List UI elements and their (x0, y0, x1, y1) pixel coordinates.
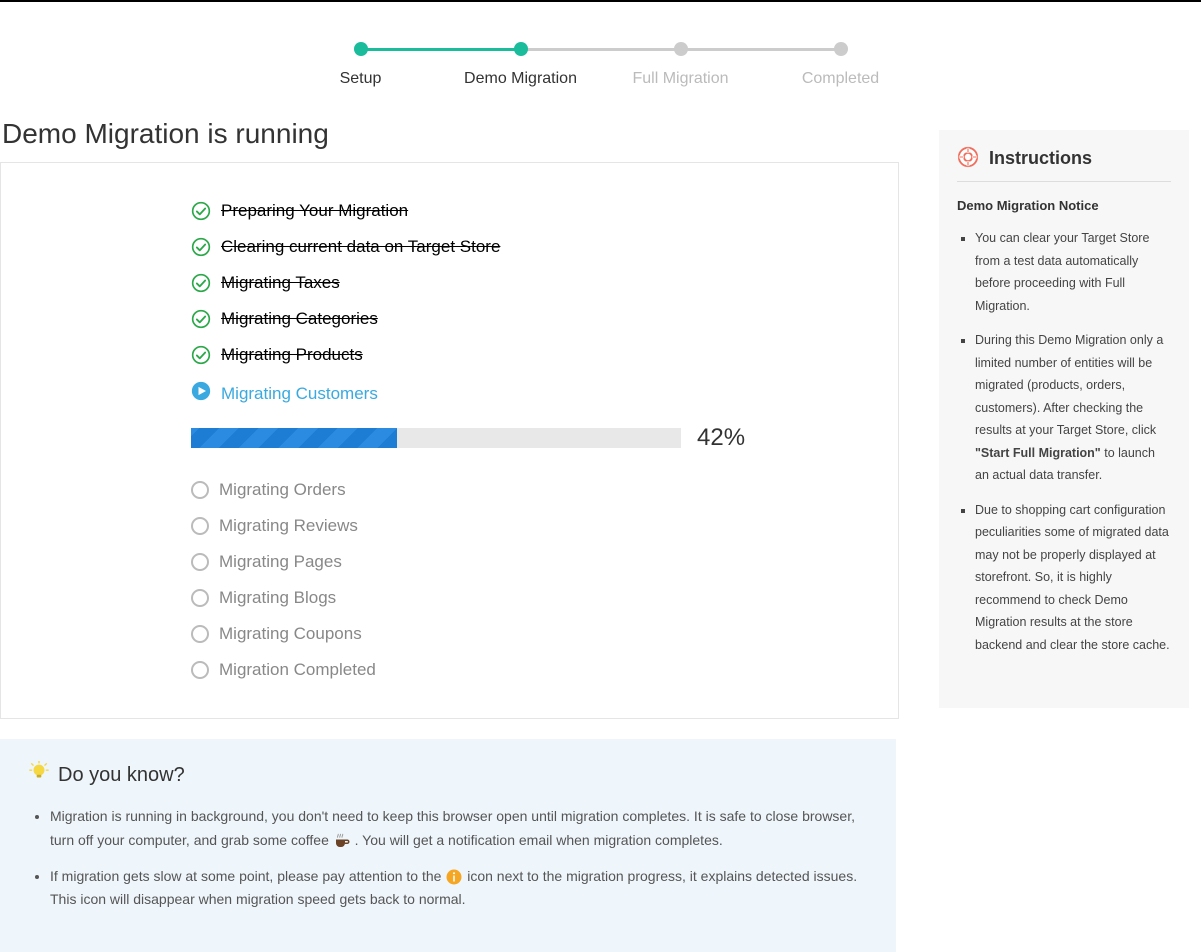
task-pending: Migrating Coupons (191, 616, 858, 652)
step-label: Full Migration (632, 70, 728, 88)
notice-item: You can clear your Target Store from a t… (975, 227, 1171, 317)
step-label: Demo Migration (464, 70, 577, 88)
tip-title: Do you know? (28, 761, 868, 789)
bulb-icon (28, 761, 50, 789)
coffee-icon (333, 832, 351, 850)
task-label: Migrating Orders (219, 480, 346, 500)
play-icon (191, 381, 211, 406)
step-dot (514, 42, 528, 56)
task-pending: Migration Completed (191, 652, 858, 688)
sidebar-header: Instructions (957, 146, 1171, 182)
notice-title: Demo Migration Notice (957, 198, 1171, 213)
step-setup: Setup (281, 42, 441, 88)
circle-icon (191, 553, 209, 571)
circle-icon (191, 481, 209, 499)
page-title: Demo Migration is running (0, 118, 899, 150)
sidebar-title: Instructions (989, 148, 1092, 169)
progress-row: 42% (191, 424, 858, 452)
lifering-icon (957, 146, 979, 171)
notice-item: During this Demo Migration only a limite… (975, 329, 1171, 487)
task-label: Migrating Customers (221, 384, 378, 404)
sidebar-instructions: Instructions Demo Migration Notice You c… (939, 130, 1189, 708)
check-icon (191, 237, 211, 257)
step-connector (521, 48, 681, 51)
tip-title-text: Do you know? (58, 764, 185, 787)
tip-item: Migration is running in background, you … (50, 805, 868, 853)
tip-item: If migration gets slow at some point, pl… (50, 865, 868, 913)
task-label: Migrating Coupons (219, 624, 362, 644)
progress-fill (191, 428, 397, 448)
step-dot (834, 42, 848, 56)
task-pending: Migrating Blogs (191, 580, 858, 616)
step-label: Setup (340, 70, 382, 88)
task-label: Migrating Categories (221, 309, 378, 329)
task-label: Migrating Blogs (219, 588, 336, 608)
task-label: Migrating Pages (219, 552, 342, 572)
task-label: Clearing current data on Target Store (221, 237, 500, 257)
progress-bar (191, 428, 681, 448)
task-label: Migrating Products (221, 345, 363, 365)
task-pending: Migrating Orders (191, 472, 858, 508)
step-connector (681, 48, 841, 51)
progress-percent: 42% (697, 424, 745, 452)
task-pending: Migrating Pages (191, 544, 858, 580)
info-icon (445, 868, 463, 886)
check-icon (191, 273, 211, 293)
notice-list: You can clear your Target Store from a t… (957, 227, 1171, 656)
task-done: Migrating Categories (191, 301, 858, 337)
task-done: Migrating Taxes (191, 265, 858, 301)
progress-stepper: Setup Demo Migration Full Migration Comp… (0, 2, 1201, 118)
task-pending: Migrating Reviews (191, 508, 858, 544)
task-done: Preparing Your Migration (191, 193, 858, 229)
step-label: Completed (802, 70, 879, 88)
task-list: Preparing Your Migration Clearing curren… (1, 193, 898, 688)
tip-list: Migration is running in background, you … (28, 805, 868, 912)
circle-icon (191, 625, 209, 643)
tip-box: Do you know? Migration is running in bac… (0, 739, 896, 952)
step-connector (361, 48, 521, 51)
notice-item: Due to shopping cart configuration pecul… (975, 499, 1171, 657)
task-done: Migrating Products (191, 337, 858, 373)
task-label: Migration Completed (219, 660, 376, 680)
circle-icon (191, 517, 209, 535)
step-dot (674, 42, 688, 56)
check-icon (191, 309, 211, 329)
task-label: Migrating Taxes (221, 273, 340, 293)
task-done: Clearing current data on Target Store (191, 229, 858, 265)
circle-icon (191, 661, 209, 679)
circle-icon (191, 589, 209, 607)
migration-panel: Preparing Your Migration Clearing curren… (0, 162, 899, 719)
step-dot (354, 42, 368, 56)
task-label: Migrating Reviews (219, 516, 358, 536)
task-label: Preparing Your Migration (221, 201, 408, 221)
check-icon (191, 345, 211, 365)
check-icon (191, 201, 211, 221)
task-current: Migrating Customers (191, 373, 858, 414)
